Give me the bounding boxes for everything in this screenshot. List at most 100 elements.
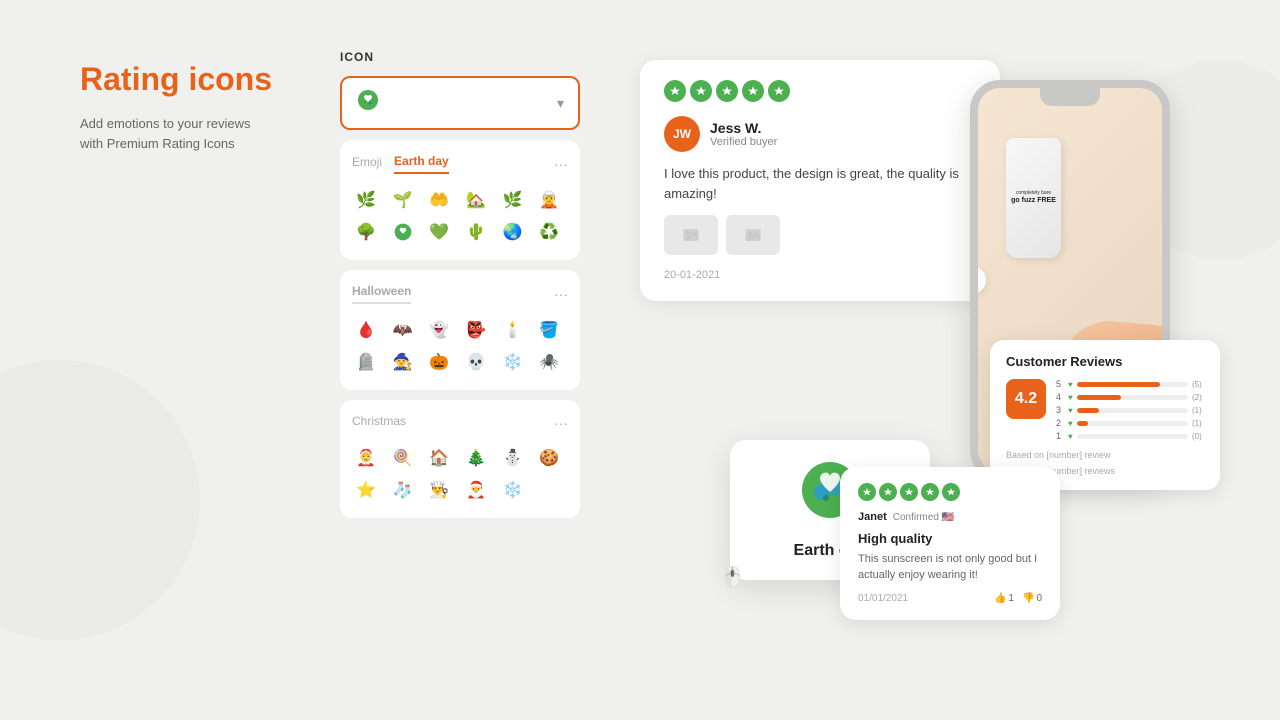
tab-emoji[interactable]: Emoji [352, 155, 382, 173]
emoji-8[interactable] [389, 218, 417, 246]
emoji-7[interactable]: 🌳 [352, 218, 380, 246]
cr-icon-4: ♥ [1068, 393, 1073, 402]
xmas-8[interactable]: 🧦 [389, 476, 417, 504]
earth-day-emoji-grid: 🌿 🌱 🤲 🏡 🌿 🧝 🌳 💚 🌵 🌏 ♻️ [352, 186, 568, 246]
section-label: ICON [340, 50, 580, 64]
earth-day-section: Emoji Earth day ··· 🌿 🌱 🤲 🏡 🌿 🧝 🌳 💚 🌵 🌏 … [340, 140, 580, 260]
tab-more-icon[interactable]: ··· [554, 156, 568, 172]
xmas-5[interactable]: ⛄ [499, 444, 527, 472]
xmas-9[interactable]: 👨‍🍳 [425, 476, 453, 504]
halloween-2[interactable]: 🦇 [389, 316, 417, 344]
xmas-11[interactable]: ❄️ [499, 476, 527, 504]
cr-label-3: 3 [1056, 405, 1064, 415]
halloween-label: Halloween [352, 284, 411, 304]
cr-icon-3: ♥ [1068, 406, 1073, 415]
halloween-10[interactable]: 💀 [462, 348, 490, 376]
star-2 [690, 80, 712, 102]
emoji-4[interactable]: 🏡 [462, 186, 490, 214]
star-1 [664, 80, 686, 102]
halloween-1[interactable]: 🩸 [352, 316, 380, 344]
xmas-1[interactable]: 🤶 [352, 444, 380, 472]
halloween-3[interactable]: 👻 [425, 316, 453, 344]
review-thumb-1[interactable] [664, 215, 718, 255]
janet-header: Janet Confirmed 🇺🇸 [858, 511, 1042, 523]
review-stars [664, 80, 976, 102]
janet-votes: 👍 1 👎 0 [994, 593, 1042, 604]
janet-review-card: Janet Confirmed 🇺🇸 High quality This sun… [840, 467, 1060, 620]
cr-bar-2: 2 ♥ (1) [1056, 418, 1204, 428]
janet-badge: Confirmed 🇺🇸 [893, 512, 954, 523]
product-tube: completely bare go fuzz FREE [1006, 138, 1061, 258]
christmas-label: Christmas [352, 414, 406, 432]
emoji-2[interactable]: 🌱 [389, 186, 417, 214]
star-4 [742, 80, 764, 102]
emoji-11[interactable]: 🌏 [499, 218, 527, 246]
cr-track-4 [1077, 395, 1188, 400]
cr-track-1 [1077, 434, 1188, 439]
review-thumb-2[interactable] [726, 215, 780, 255]
cr-label-1: 1 [1056, 431, 1064, 441]
cr-fill-5 [1077, 382, 1160, 387]
janet-star-4 [921, 483, 939, 501]
xmas-6[interactable]: 🍪 [535, 444, 563, 472]
cr-label-2: 2 [1056, 418, 1064, 428]
review-images [664, 215, 976, 255]
halloween-11[interactable]: ❄️ [499, 348, 527, 376]
dropdown-arrow-icon: ▾ [557, 95, 564, 112]
star-3 [716, 80, 738, 102]
cr-fill-2 [1077, 421, 1088, 426]
cr-count-4: (2) [1192, 393, 1204, 402]
phone-notch [1040, 88, 1100, 106]
halloween-12[interactable]: 🕷️ [535, 348, 563, 376]
cr-track-3 [1077, 408, 1188, 413]
janet-star-5 [942, 483, 960, 501]
xmas-3[interactable]: 🏠 [425, 444, 453, 472]
cr-title: Customer Reviews [1006, 354, 1204, 369]
christmas-more-icon[interactable]: ··· [554, 415, 568, 431]
review-text: I love this product, the design is great… [664, 164, 976, 203]
emoji-3[interactable]: 🤲 [425, 186, 453, 214]
janet-review-text: This sunscreen is not only good but I ac… [858, 552, 1042, 583]
halloween-more-icon[interactable]: ··· [554, 286, 568, 302]
downvote-button[interactable]: 👎 0 [1022, 593, 1042, 604]
xmas-7[interactable]: ⭐ [352, 476, 380, 504]
cr-fill-4 [1077, 395, 1122, 400]
icon-dropdown[interactable]: ▾ [340, 76, 580, 130]
tab-earth-day[interactable]: Earth day [394, 154, 449, 174]
right-panel: JW Jess W. Verified buyer I love this pr… [620, 60, 1220, 640]
halloween-9[interactable]: 🎃 [425, 348, 453, 376]
main-review-card: JW Jess W. Verified buyer I love this pr… [640, 60, 1000, 301]
cr-icon-1: ♥ [1068, 432, 1073, 441]
halloween-nav: Halloween ··· [352, 284, 568, 304]
cr-bar-3: 3 ♥ (1) [1056, 405, 1204, 415]
halloween-emoji-grid: 🩸 🦇 👻 👺 🕯️ 🪣 🪦 🧙 🎃 💀 ❄️ 🕷️ [352, 316, 568, 376]
page-title: Rating icons [80, 60, 300, 98]
cr-footer1: Based on [number] review [1006, 450, 1204, 460]
cr-track-5 [1077, 382, 1188, 387]
upvote-button[interactable]: 👍 1 [994, 593, 1014, 604]
cr-bars: 5 ♥ (5) 4 ♥ (2) 3 ♥ ( [1056, 379, 1204, 444]
emoji-10[interactable]: 🌵 [462, 218, 490, 246]
halloween-6[interactable]: 🪣 [535, 316, 563, 344]
janet-footer: 01/01/2021 👍 1 👎 0 [858, 593, 1042, 604]
halloween-7[interactable]: 🪦 [352, 348, 380, 376]
emoji-12[interactable]: ♻️ [535, 218, 563, 246]
xmas-10[interactable]: 🎅 [462, 476, 490, 504]
janet-star-3 [900, 483, 918, 501]
halloween-5[interactable]: 🕯️ [499, 316, 527, 344]
page-subtitle: Add emotions to your reviewswith Premium… [80, 114, 300, 153]
janet-date: 01/01/2021 [858, 593, 908, 604]
christmas-section: Christmas ··· 🤶 🍭 🏠 🎄 ⛄ 🍪 ⭐ 🧦 👨‍🍳 🎅 ❄️ [340, 400, 580, 518]
reviewer-avatar: JW [664, 116, 700, 152]
cr-track-2 [1077, 421, 1188, 426]
cr-count-2: (1) [1192, 419, 1204, 428]
halloween-4[interactable]: 👺 [462, 316, 490, 344]
emoji-1[interactable]: 🌿 [352, 186, 380, 214]
emoji-6[interactable]: 🧝 [535, 186, 563, 214]
halloween-8[interactable]: 🧙 [389, 348, 417, 376]
emoji-9[interactable]: 💚 [425, 218, 453, 246]
emoji-5[interactable]: 🌿 [499, 186, 527, 214]
cr-bar-5: 5 ♥ (5) [1056, 379, 1204, 389]
xmas-2[interactable]: 🍭 [389, 444, 417, 472]
xmas-4[interactable]: 🎄 [462, 444, 490, 472]
